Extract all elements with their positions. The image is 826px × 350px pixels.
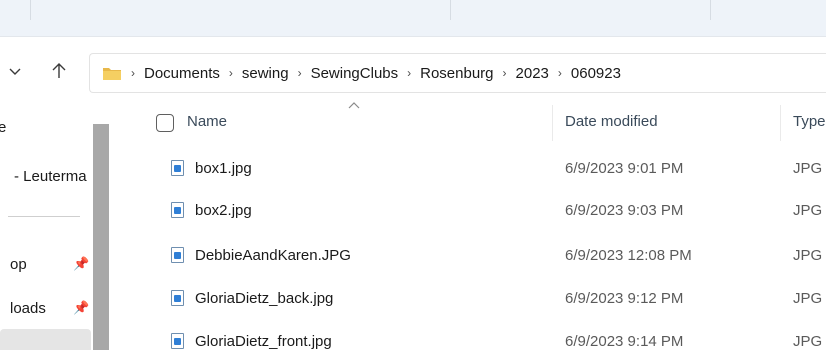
- column-divider[interactable]: [780, 105, 781, 141]
- file-date: 6/9/2023 9:12 PM: [565, 290, 684, 307]
- title-bar: [0, 0, 826, 37]
- nav-divider: [8, 216, 80, 217]
- column-divider[interactable]: [552, 105, 553, 141]
- tab-divider: [710, 0, 711, 20]
- navigation-pane: e - Leuterma op 📌 loads 📌: [0, 105, 93, 350]
- image-file-icon: [171, 160, 184, 176]
- folder-icon: [103, 68, 121, 80]
- nav-item-1[interactable]: - Leuterma: [14, 160, 87, 192]
- image-file-icon: [171, 290, 184, 306]
- file-row[interactable]: DebbieAandKaren.JPG 6/9/2023 12:08 PM JP…: [110, 236, 826, 278]
- breadcrumb-2023[interactable]: 2023: [516, 65, 549, 82]
- file-name[interactable]: box1.jpg: [195, 160, 252, 177]
- tab-divider: [30, 0, 31, 20]
- file-date: 6/9/2023 9:03 PM: [565, 202, 684, 219]
- file-type: JPG: [793, 290, 823, 307]
- image-file-icon: [171, 333, 184, 349]
- column-name-header[interactable]: Name: [187, 113, 227, 130]
- address-bar[interactable]: › Documents › sewing › SewingClubs › Ros…: [89, 53, 826, 93]
- file-date: 6/9/2023 12:08 PM: [565, 247, 692, 264]
- sort-ascending-icon: [348, 102, 360, 109]
- file-name[interactable]: GloriaDietz_front.jpg: [195, 333, 332, 350]
- chevron-down-icon: [9, 68, 21, 75]
- chevron-right-icon[interactable]: ›: [407, 66, 411, 80]
- nav-item-3[interactable]: loads: [10, 292, 46, 324]
- file-type: JPG: [793, 160, 823, 177]
- file-date: 6/9/2023 9:14 PM: [565, 333, 684, 350]
- column-header: Name Date modified Type: [110, 102, 826, 141]
- file-row[interactable]: GloriaDietz_front.jpg 6/9/2023 9:14 PM J…: [110, 322, 826, 350]
- up-button[interactable]: [46, 57, 72, 85]
- pin-icon: 📌: [73, 256, 90, 271]
- breadcrumb-sewing[interactable]: sewing: [242, 65, 289, 82]
- column-date-header[interactable]: Date modified: [565, 113, 658, 130]
- file-type: JPG: [793, 333, 823, 350]
- nav-item-2[interactable]: op: [10, 248, 27, 280]
- chevron-right-icon[interactable]: ›: [503, 66, 507, 80]
- image-file-icon: [171, 202, 184, 218]
- select-all-checkbox[interactable]: [156, 114, 174, 132]
- nav-scrollbar[interactable]: [93, 124, 109, 350]
- recent-locations-button[interactable]: [2, 57, 28, 85]
- nav-item-0[interactable]: e: [0, 111, 6, 143]
- file-row[interactable]: GloriaDietz_back.jpg 6/9/2023 9:12 PM JP…: [110, 279, 826, 321]
- file-date: 6/9/2023 9:01 PM: [565, 160, 684, 177]
- breadcrumb-documents[interactable]: Documents: [144, 65, 220, 82]
- tab-divider: [450, 0, 451, 20]
- chevron-right-icon[interactable]: ›: [298, 66, 302, 80]
- file-name[interactable]: GloriaDietz_back.jpg: [195, 290, 333, 307]
- file-type: JPG: [793, 202, 823, 219]
- breadcrumb-rosenburg[interactable]: Rosenburg: [420, 65, 493, 82]
- address-toolbar: › Documents › sewing › SewingClubs › Ros…: [0, 37, 826, 105]
- chevron-right-icon[interactable]: ›: [229, 66, 233, 80]
- file-name[interactable]: box2.jpg: [195, 202, 252, 219]
- chevron-right-icon[interactable]: ›: [131, 66, 135, 80]
- pin-icon: 📌: [73, 300, 90, 315]
- nav-item-highlight: [0, 329, 91, 350]
- image-file-icon: [171, 247, 184, 263]
- file-row[interactable]: box2.jpg 6/9/2023 9:03 PM JPG: [110, 191, 826, 233]
- arrow-up-icon: [52, 63, 66, 78]
- breadcrumb-sewingclubs[interactable]: SewingClubs: [311, 65, 399, 82]
- file-row[interactable]: box1.jpg 6/9/2023 9:01 PM JPG: [110, 149, 826, 191]
- file-type: JPG: [793, 247, 823, 264]
- breadcrumb: › Documents › sewing › SewingClubs › Ros…: [122, 65, 621, 82]
- breadcrumb-060923[interactable]: 060923: [571, 65, 621, 82]
- file-list: box1.jpg 6/9/2023 9:01 PM JPG box2.jpg 6…: [110, 141, 826, 350]
- chevron-right-icon[interactable]: ›: [558, 66, 562, 80]
- file-name[interactable]: DebbieAandKaren.JPG: [195, 247, 351, 264]
- column-type-header[interactable]: Type: [793, 113, 826, 130]
